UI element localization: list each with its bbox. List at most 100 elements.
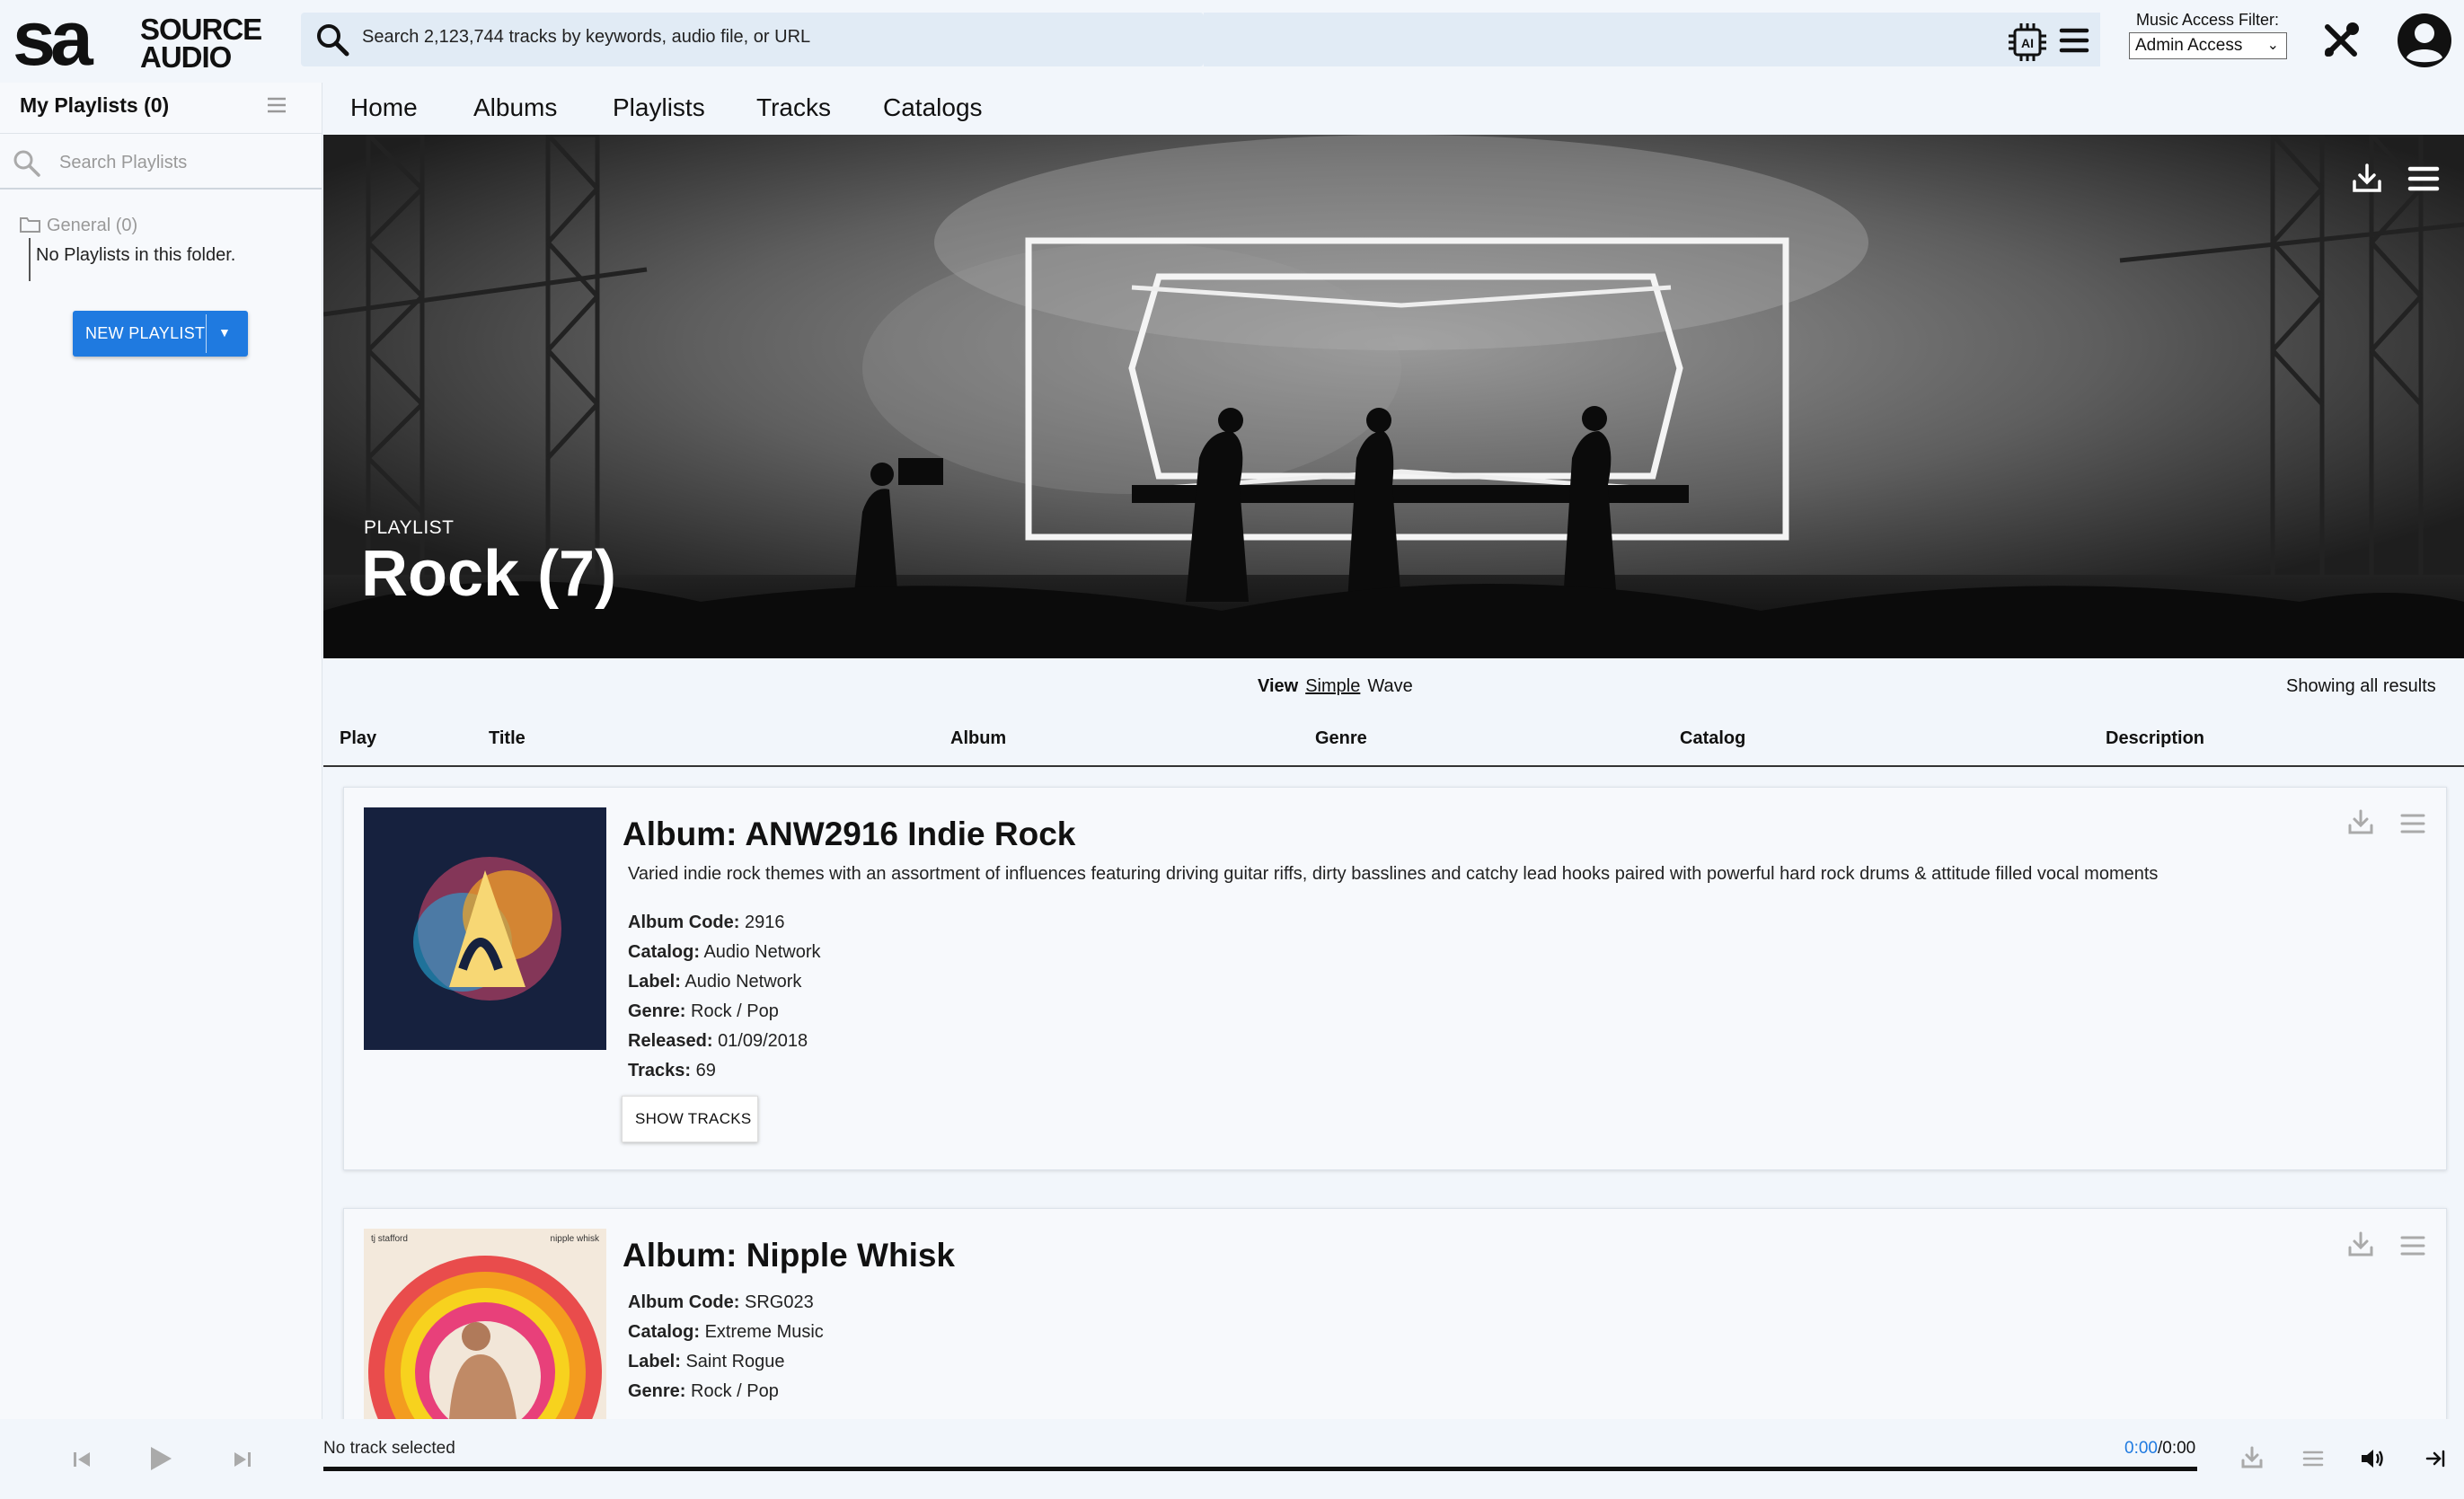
play-icon[interactable] [148,1445,173,1472]
meta-key: Genre: [628,1001,686,1021]
playlist-hero-image [323,135,2464,658]
results-count: Showing all results [2286,676,2436,696]
meta-value: Audio Network [703,942,821,962]
chevron-down-icon: ⌄ [2266,38,2279,53]
nav-tracks[interactable]: Tracks [756,93,831,122]
meta-key: Genre: [628,1381,686,1401]
playback-progress-bar[interactable] [323,1467,2197,1471]
column-description[interactable]: Description [2106,728,2204,749]
divider [0,188,322,190]
album-tracks: Tracks: 69 [628,1061,716,1081]
album-label: Label: Audio Network [628,972,801,992]
source-audio-logo[interactable]: sa SOURCE AUDIO [13,11,282,70]
meta-key: Catalog: [628,1322,700,1342]
show-tracks-button[interactable]: SHOW TRACKS [622,1096,758,1142]
meta-value: Rock / Pop [691,1381,779,1401]
view-simple-link[interactable]: Simple [1305,676,1360,696]
queue-menu-icon[interactable] [2302,1450,2324,1468]
column-catalog[interactable]: Catalog [1680,728,1745,749]
column-title[interactable]: Title [489,728,525,749]
next-track-icon[interactable] [233,1450,252,1469]
access-filter-select[interactable]: Admin Access ⌄ [2129,32,2287,59]
logo-line2: AUDIO [140,40,232,70]
now-playing-status: No track selected [323,1439,455,1458]
menu-icon[interactable] [2407,165,2440,192]
nav-catalogs[interactable]: Catalogs [883,93,983,122]
album-title[interactable]: Album: ANW2916 Indie Rock [623,816,1075,853]
album-description: Varied indie rock themes with an assortm… [628,864,2159,884]
meta-key: Label: [628,1352,681,1371]
sidebar-menu-icon[interactable] [267,97,287,113]
meta-key: Album Code: [628,913,740,932]
ai-search-icon[interactable]: AI [2009,23,2046,61]
download-icon[interactable] [2351,162,2383,194]
button-divider [206,314,207,353]
album-cover[interactable] [364,807,606,1050]
meta-value: SRG023 [745,1292,814,1312]
meta-key: Tracks: [628,1061,692,1080]
meta-value: Saint Rogue [685,1352,785,1371]
album-label: Label: Saint Rogue [628,1352,785,1372]
view-wave-link[interactable]: Wave [1367,676,1412,696]
playback-time: 0:00/0:00 [2124,1439,2195,1459]
svg-text:AI: AI [2021,36,2034,50]
album-genre: Genre: Rock / Pop [628,1381,779,1402]
volume-icon[interactable] [2360,1447,2385,1470]
album-catalog: Catalog: Audio Network [628,942,821,963]
sidebar-title: My Playlists (0) [20,93,170,117]
header-divider [323,765,2464,767]
view-toggle: View Simple Wave [1258,676,1413,697]
album-catalog: Catalog: Extreme Music [628,1322,824,1343]
cover-title: nipple whisk [551,1234,600,1244]
column-album[interactable]: Album [950,728,1006,749]
time-current: 0:00 [2124,1439,2158,1458]
meta-value: 69 [695,1061,716,1080]
previous-track-icon[interactable] [72,1450,92,1469]
playlist-sidebar [0,83,322,1421]
meta-value: Extreme Music [704,1322,824,1342]
search-menu-icon[interactable] [2059,27,2089,54]
playlist-search-input[interactable]: Search Playlists [59,153,187,173]
album-cover[interactable]: tj stafford nipple whisk [364,1229,606,1419]
tools-icon[interactable] [2322,22,2360,59]
user-icon[interactable] [2397,13,2452,68]
time-total: /0:00 [2157,1439,2196,1458]
view-label: View [1258,676,1299,696]
new-playlist-label: NEW PLAYLIST [85,324,206,342]
download-icon[interactable] [2347,808,2374,835]
album-code: Album Code: SRG023 [628,1292,814,1313]
menu-icon[interactable] [2400,1235,2425,1257]
search-placeholder[interactable]: Search 2,123,744 tracks by keywords, aud… [362,27,810,48]
meta-value: 2916 [745,913,785,932]
divider [0,133,322,134]
album-code: Album Code: 2916 [628,913,785,933]
show-tracks-label: SHOW TRACKS [635,1110,752,1127]
search-input-extension[interactable] [1204,13,2100,66]
folder-icon [20,217,40,233]
meta-value: Rock / Pop [691,1001,779,1021]
nav-playlists[interactable]: Playlists [613,93,705,122]
menu-icon[interactable] [2400,813,2425,834]
album-released: Released: 01/09/2018 [628,1031,808,1052]
hero-kicker: PLAYLIST [364,517,455,538]
collapse-player-icon[interactable] [2425,1449,2445,1468]
search-icon[interactable] [314,22,350,57]
meta-value: Audio Network [684,972,802,992]
nav-home[interactable]: Home [350,93,418,122]
meta-value: 01/09/2018 [718,1031,808,1051]
column-play[interactable]: Play [340,728,376,749]
nav-albums[interactable]: Albums [473,93,557,122]
download-icon[interactable] [2347,1230,2374,1257]
logo-mark: sa [13,11,94,70]
folder-tree-line [29,238,31,281]
meta-key: Released: [628,1031,713,1051]
folder-general[interactable]: General (0) [47,216,137,236]
album-title[interactable]: Album: Nipple Whisk [623,1237,955,1274]
access-filter-value: Admin Access [2135,36,2243,55]
new-playlist-button[interactable]: NEW PLAYLIST ▼ [73,311,248,357]
meta-key: Album Code: [628,1292,740,1312]
caret-down-icon[interactable]: ▼ [218,325,231,339]
column-genre[interactable]: Genre [1315,728,1367,749]
meta-key: Label: [628,972,681,992]
download-icon[interactable] [2240,1446,2264,1469]
